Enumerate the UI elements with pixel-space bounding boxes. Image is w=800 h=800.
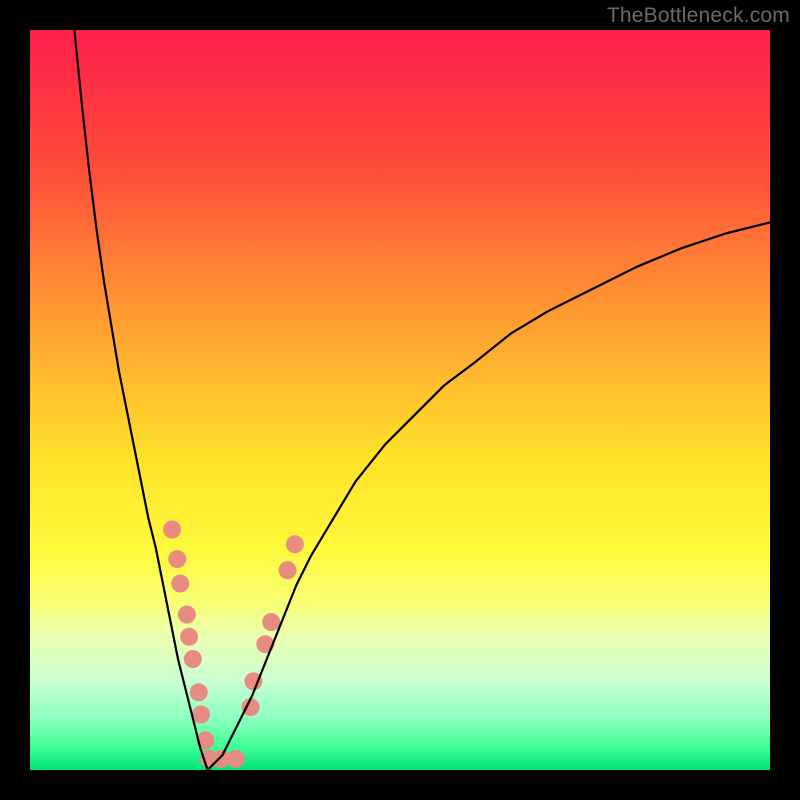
marker-left-4 xyxy=(180,628,198,646)
marker-left-7 xyxy=(192,706,210,724)
marker-right-3 xyxy=(262,613,280,631)
bottleneck-chart xyxy=(0,0,800,800)
marker-left-2 xyxy=(171,575,189,593)
marker-left-1 xyxy=(168,550,186,568)
marker-left-0 xyxy=(163,521,181,539)
marker-bottom-2 xyxy=(227,750,245,768)
marker-right-5 xyxy=(286,535,304,553)
gradient-background xyxy=(30,30,770,770)
watermark-text: TheBottleneck.com xyxy=(607,4,790,28)
marker-right-4 xyxy=(279,561,297,579)
marker-left-3 xyxy=(178,606,196,624)
chart-container: TheBottleneck.com xyxy=(0,0,800,800)
marker-left-5 xyxy=(184,650,202,668)
marker-left-6 xyxy=(190,683,208,701)
